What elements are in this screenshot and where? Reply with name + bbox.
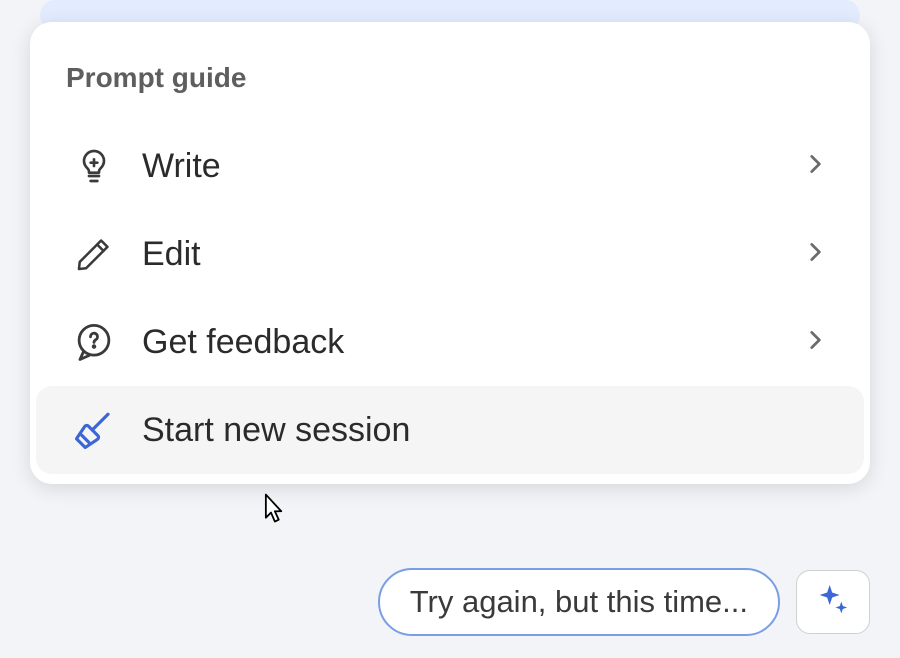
chat-question-icon xyxy=(72,320,116,364)
chevron-right-icon xyxy=(802,151,828,182)
prompt-guide-menu: Prompt guide Write Edit xyxy=(30,22,870,484)
menu-item-label: Write xyxy=(142,147,802,186)
menu-item-label: Get feedback xyxy=(142,323,802,362)
menu-item-start-new-session[interactable]: Start new session xyxy=(36,386,864,474)
try-again-label: Try again, but this time... xyxy=(410,584,748,619)
broom-icon xyxy=(72,408,116,452)
menu-item-edit[interactable]: Edit xyxy=(36,210,864,298)
chevron-right-icon xyxy=(802,239,828,270)
menu-item-label: Start new session xyxy=(142,411,828,450)
menu-item-label: Edit xyxy=(142,235,802,274)
pencil-icon xyxy=(72,232,116,276)
menu-item-get-feedback[interactable]: Get feedback xyxy=(36,298,864,386)
sparkle-button[interactable] xyxy=(796,570,870,634)
lightbulb-icon xyxy=(72,144,116,188)
menu-item-write[interactable]: Write xyxy=(36,122,864,210)
mouse-pointer-icon xyxy=(255,492,287,533)
chevron-right-icon xyxy=(802,327,828,358)
try-again-button[interactable]: Try again, but this time... xyxy=(378,568,780,636)
sparkle-icon xyxy=(813,580,853,625)
menu-title: Prompt guide xyxy=(30,62,870,122)
bottom-bar: Try again, but this time... xyxy=(378,568,870,636)
